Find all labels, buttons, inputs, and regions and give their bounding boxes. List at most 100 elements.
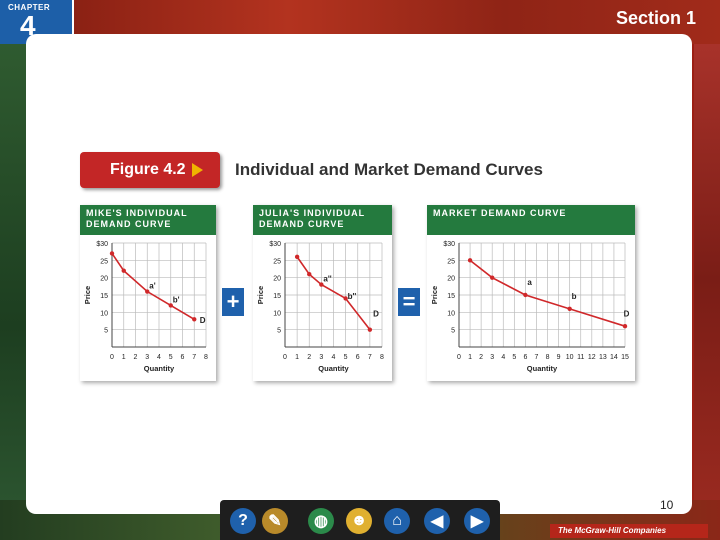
x-tick-label: 1 [468, 354, 472, 361]
figure-title: Individual and Market Demand Curves [235, 160, 543, 179]
y-tick-label: 5 [104, 328, 108, 335]
x-tick-label: 4 [157, 354, 161, 361]
y-tick-label: 15 [447, 293, 455, 300]
demand-chart-mike: 0 1 2 3 4 5 6 7 8510152025$30QuantityPrice a'b'D [83, 241, 208, 373]
forward-button[interactable]: ▶ [464, 508, 490, 534]
equals-operator: = [398, 288, 420, 316]
point-annotation: b'' [348, 292, 357, 301]
page-number: 10 [660, 498, 674, 512]
y-axis-label: Price [83, 286, 92, 304]
data-point [294, 254, 300, 260]
web-button[interactable]: ◍ [308, 508, 334, 534]
x-tick-label: 8 [380, 354, 384, 361]
x-tick-label: 2 [134, 354, 138, 361]
figure-tag-label: Figure 4.2 [110, 161, 186, 178]
y-tick-label: 20 [447, 276, 455, 283]
paperclip-icon: ✎ [268, 513, 282, 530]
y-tick-label: 10 [100, 310, 108, 317]
demand-chart-market: 0 1 2 3 4 5 6 7 8 9 10 11 12 13 14 15510152025$30Quanti… [430, 241, 630, 373]
section-title: Section 1 [615, 8, 696, 28]
y-axis-label: Price [256, 286, 265, 304]
y-tick-label: 25 [447, 258, 455, 265]
person-icon: ☻ [350, 512, 368, 529]
point-annotation: D [624, 309, 630, 318]
y-tick-label: 5 [277, 328, 281, 335]
y-tick-label: 20 [273, 276, 281, 283]
x-tick-label: 7 [368, 354, 372, 361]
chart-title: MARKET DEMAND CURVE [427, 205, 635, 235]
x-tick-label: 14 [610, 354, 618, 361]
x-tick-label: 5 [512, 354, 516, 361]
back-button[interactable]: ◀ [424, 508, 450, 534]
y-tick-label: 15 [100, 293, 108, 300]
x-tick-label: 0 [457, 354, 461, 361]
chart-panel-market: MARKET DEMAND CURVE 0 1 2 3 4 5 6 7 8 9 10 11 12 13 14… [427, 205, 635, 381]
point-annotation: D [373, 309, 379, 318]
y-tick-label: 10 [447, 310, 455, 317]
data-point [121, 268, 126, 273]
x-tick-label: 6 [356, 354, 360, 361]
chart-panel-mike: MIKE'S INDIVIDUAL DEMAND CURVE 012345678… [80, 205, 216, 381]
point-annotation: a [527, 278, 532, 287]
y-tick-label: $30 [443, 241, 455, 248]
triangle-pointer-icon [191, 163, 203, 177]
x-axis-label: Quantity [527, 364, 558, 373]
y-tick-label: 25 [100, 258, 108, 265]
x-tick-label: 7 [192, 354, 196, 361]
plus-operator: + [222, 288, 244, 316]
y-tick-label: 20 [100, 276, 108, 283]
data-point [567, 306, 572, 312]
data-point [490, 275, 495, 280]
y-tick-label: 5 [451, 328, 455, 335]
x-tick-label: 3 [145, 354, 149, 361]
figure-tag: Figure 4.2 [80, 152, 220, 188]
data-point [307, 272, 312, 277]
y-tick-label: 10 [273, 310, 281, 317]
x-tick-label: 8 [204, 354, 208, 361]
home-icon: ⌂ [392, 512, 402, 529]
left-border [0, 44, 26, 514]
arrow-left-icon: ◀ [430, 513, 444, 530]
resources-button[interactable]: ✎ [262, 508, 288, 534]
x-tick-label: 2 [307, 354, 311, 361]
x-tick-label: 10 [566, 354, 574, 361]
x-tick-label: 12 [588, 354, 596, 361]
data-point [622, 324, 628, 329]
x-tick-label: 3 [319, 354, 323, 361]
x-tick-label: 2 [479, 354, 483, 361]
x-tick-label: 6 [523, 354, 527, 361]
point-annotation: a' [149, 282, 155, 291]
chart-panel-julia: JULIA'S INDIVIDUAL DEMAND CURVE 0 1 2 3 4 5 6 7… [253, 205, 392, 381]
point-annotation: b [572, 292, 577, 301]
x-tick-label: 4 [501, 354, 505, 361]
data-point [523, 292, 528, 298]
x-tick-label: 13 [599, 354, 607, 361]
globe-icon: ◍ [314, 513, 328, 530]
y-tick-label: $30 [96, 241, 108, 248]
home-button[interactable]: ⌂ [384, 508, 410, 534]
y-tick-label: 15 [273, 293, 281, 300]
right-border [694, 44, 720, 514]
x-tick-label: 7 [535, 354, 539, 361]
y-axis-label: Price [430, 286, 439, 304]
help-icon: ? [238, 512, 248, 529]
data-point [367, 327, 373, 332]
x-tick-label: 0 [110, 354, 114, 361]
x-tick-label: 6 [181, 354, 185, 361]
chart-title: MIKE'S INDIVIDUAL DEMAND CURVE [80, 205, 216, 235]
data-point [467, 258, 473, 263]
data-point [109, 251, 115, 256]
x-tick-label: 0 [283, 354, 287, 361]
x-tick-label: 9 [557, 354, 561, 361]
arrow-right-icon: ▶ [470, 513, 484, 530]
x-tick-label: 1 [122, 354, 126, 361]
x-tick-label: 8 [546, 354, 550, 361]
x-axis-label: Quantity [318, 364, 349, 373]
x-tick-label: 1 [295, 354, 299, 361]
x-tick-label: 5 [344, 354, 348, 361]
data-point [192, 317, 197, 322]
publisher-logo: The McGraw-Hill Companies [550, 524, 708, 538]
teacher-button[interactable]: ☻ [346, 508, 372, 534]
help-button[interactable]: ? [230, 508, 256, 534]
x-tick-label: 11 [577, 354, 584, 361]
